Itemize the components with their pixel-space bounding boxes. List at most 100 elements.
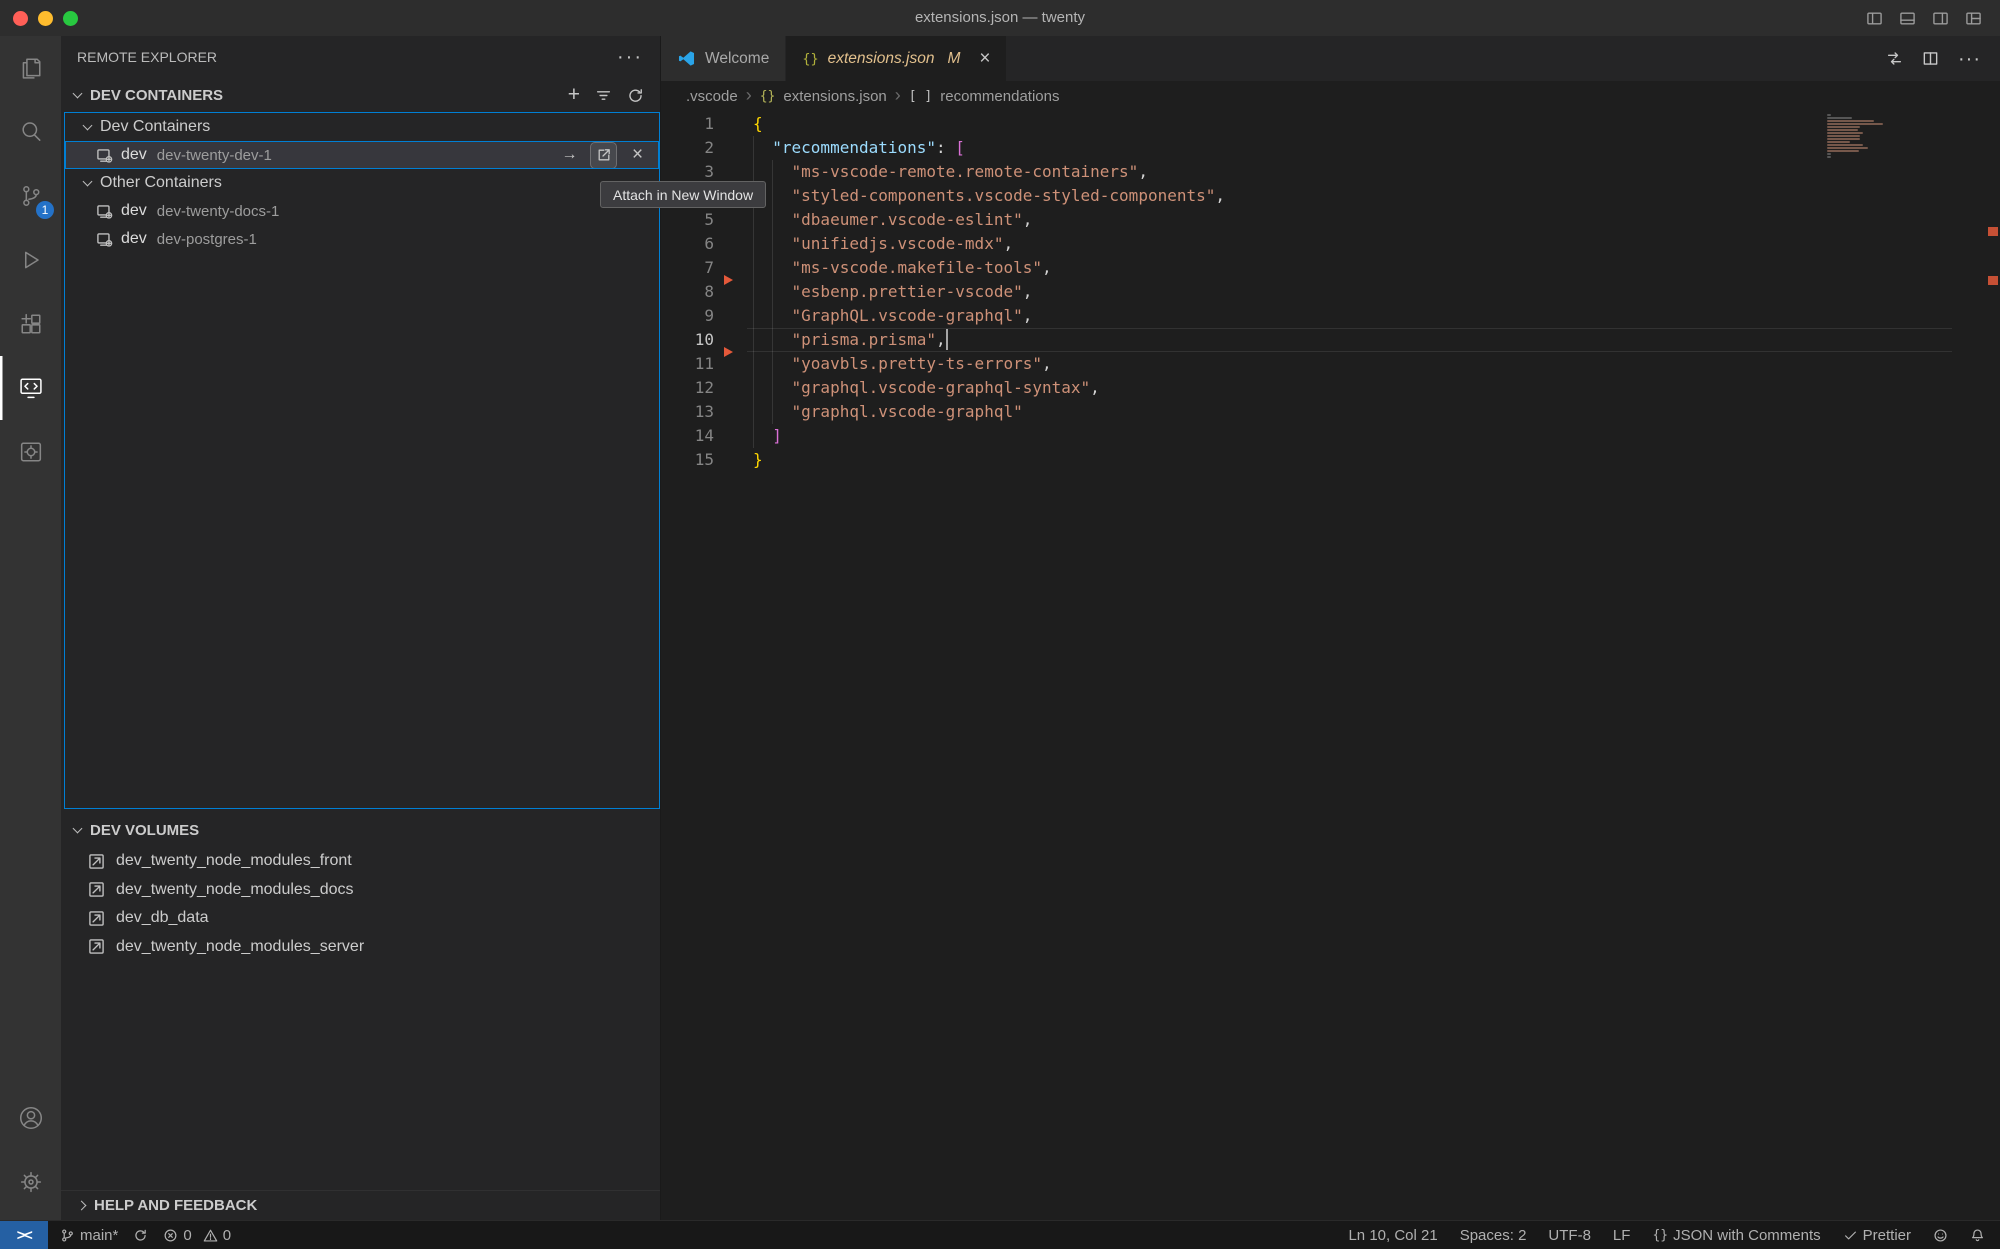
check-icon — [1843, 1228, 1858, 1243]
open-changes-icon[interactable] — [1886, 50, 1903, 67]
containers-icon — [17, 438, 45, 466]
accounts-button[interactable] — [0, 1086, 61, 1150]
array-symbol-icon: [ ] — [909, 89, 932, 104]
attach-new-window-button[interactable] — [591, 143, 616, 168]
section-dev-containers[interactable]: DEV CONTAINERS + — [61, 78, 661, 112]
more-actions-icon[interactable]: ··· — [1958, 55, 1981, 63]
settings-gear-icon — [17, 1168, 45, 1196]
code-area[interactable]: 123456789101112131415 { "recommendations… — [661, 111, 2000, 1220]
minimize-window-button[interactable] — [38, 11, 53, 26]
remote-explorer-activity-button[interactable] — [0, 356, 61, 420]
language-mode-status[interactable]: {} JSON with Comments — [1652, 1227, 1820, 1244]
volume-item[interactable]: dev_twenty_node_modules_docs — [61, 876, 661, 905]
eol-status[interactable]: LF — [1613, 1227, 1631, 1244]
minimap-line — [1827, 120, 1874, 122]
view-more-actions-icon[interactable]: ··· — [617, 52, 643, 62]
refresh-icon[interactable] — [627, 87, 644, 104]
code-line: ] — [753, 424, 1225, 448]
line-number: 6 — [661, 232, 714, 256]
code-line: } — [753, 448, 1225, 472]
current-line-highlight — [747, 328, 1952, 352]
code-line: "ms-vscode-remote.remote-containers", — [753, 160, 1225, 184]
deleted-lines-marker — [724, 347, 733, 357]
code-line: "unifiedjs.vscode-mdx", — [753, 232, 1225, 256]
volume-item[interactable]: dev_twenty_node_modules_server — [61, 933, 661, 962]
group-label: Other Containers — [100, 174, 222, 192]
toggle-secondary-sidebar-icon[interactable] — [1932, 10, 1949, 27]
line-number: 14 — [661, 424, 714, 448]
tree-group[interactable]: Other Containers — [65, 169, 659, 197]
overview-ruler-mark — [1988, 227, 1998, 236]
breadcrumb-symbol[interactable]: recommendations — [940, 88, 1059, 105]
notifications-bell-icon[interactable] — [1970, 1228, 1985, 1243]
filter-icon[interactable] — [595, 87, 612, 104]
tree-group[interactable]: Dev Containers — [65, 113, 659, 141]
container-item[interactable]: devdev-twenty-docs-1 — [65, 197, 659, 225]
remote-explorer-sidebar: REMOTE EXPLORER ··· DEV CONTAINERS + Dev… — [61, 36, 661, 1220]
minimap[interactable] — [1827, 114, 1891, 159]
toggle-panel-icon[interactable] — [1899, 10, 1916, 27]
sync-button[interactable] — [133, 1228, 148, 1243]
line-number: 13 — [661, 400, 714, 424]
section-label: HELP AND FEEDBACK — [94, 1197, 257, 1214]
container-icon — [96, 147, 113, 164]
git-branch-icon — [60, 1228, 75, 1243]
line-number: 2 — [661, 136, 714, 160]
volume-name: dev_db_data — [116, 909, 209, 927]
settings-button[interactable] — [0, 1150, 61, 1214]
containers-activity-button[interactable] — [0, 420, 61, 484]
run-debug-activity-button[interactable] — [0, 228, 61, 292]
chevron-down-icon — [73, 823, 83, 833]
minimap-line — [1827, 129, 1858, 131]
cursor-position-status[interactable]: Ln 10, Col 21 — [1348, 1227, 1437, 1244]
customize-layout-icon[interactable] — [1965, 10, 1982, 27]
stop-container-button[interactable]: × — [625, 143, 650, 168]
remote-indicator[interactable]: >< — [0, 1221, 48, 1249]
source-control-activity-button[interactable]: 1 — [0, 164, 61, 228]
close-window-button[interactable] — [13, 11, 28, 26]
breadcrumb-file[interactable]: extensions.json — [783, 88, 886, 105]
volume-item[interactable]: dev_db_data — [61, 904, 661, 933]
split-editor-icon[interactable] — [1922, 50, 1939, 67]
feedback-icon[interactable] — [1933, 1228, 1948, 1243]
code-line: "ms-vscode.makefile-tools", — [753, 256, 1225, 280]
explorer-activity-button[interactable] — [0, 36, 61, 100]
minimap-line — [1827, 132, 1863, 134]
minimap-line — [1827, 141, 1850, 143]
container-icon — [96, 231, 113, 248]
volume-icon — [88, 910, 105, 927]
attach-current-window-button[interactable]: → — [557, 143, 582, 168]
accounts-icon — [17, 1104, 45, 1132]
toggle-sidebar-icon[interactable] — [1866, 10, 1883, 27]
braces-icon: {} — [1652, 1228, 1668, 1243]
extensions-activity-button[interactable] — [0, 292, 61, 356]
encoding-status[interactable]: UTF-8 — [1548, 1227, 1591, 1244]
code-line: "graphql.vscode-graphql" — [753, 400, 1225, 424]
section-label: DEV VOLUMES — [90, 822, 199, 839]
formatter-status[interactable]: Prettier — [1843, 1227, 1911, 1244]
container-item[interactable]: devdev-twenty-dev-1→× — [65, 141, 659, 169]
vscode-window: extensions.json — twenty 1 — [0, 0, 2000, 1249]
text-cursor — [946, 329, 948, 350]
search-activity-button[interactable] — [0, 100, 61, 164]
line-number: 10 — [661, 328, 714, 352]
titlebar: extensions.json — twenty — [0, 0, 2000, 36]
section-help-and-feedback[interactable]: HELP AND FEEDBACK — [61, 1190, 660, 1220]
volume-item[interactable]: dev_twenty_node_modules_front — [61, 847, 661, 876]
section-dev-volumes[interactable]: DEV VOLUMES — [61, 813, 661, 847]
tab-welcome[interactable]: Welcome — [661, 36, 786, 81]
tab-extensions-json[interactable]: {} extensions.json M × — [786, 36, 1007, 81]
chevron-down-icon — [83, 176, 93, 186]
problems-status[interactable]: 0 0 — [163, 1227, 231, 1244]
indentation-status[interactable]: Spaces: 2 — [1460, 1227, 1527, 1244]
zoom-window-button[interactable] — [63, 11, 78, 26]
branch-status[interactable]: main* — [60, 1227, 118, 1244]
line-number: 1 — [661, 112, 714, 136]
chevron-right-icon — [77, 1201, 87, 1211]
breadcrumb-folder[interactable]: .vscode — [686, 88, 738, 105]
close-tab-icon[interactable]: × — [979, 48, 990, 70]
container-item[interactable]: devdev-postgres-1 — [65, 225, 659, 253]
extensions-icon — [17, 310, 45, 338]
code-line: { — [753, 112, 1225, 136]
add-icon[interactable]: + — [568, 87, 580, 103]
